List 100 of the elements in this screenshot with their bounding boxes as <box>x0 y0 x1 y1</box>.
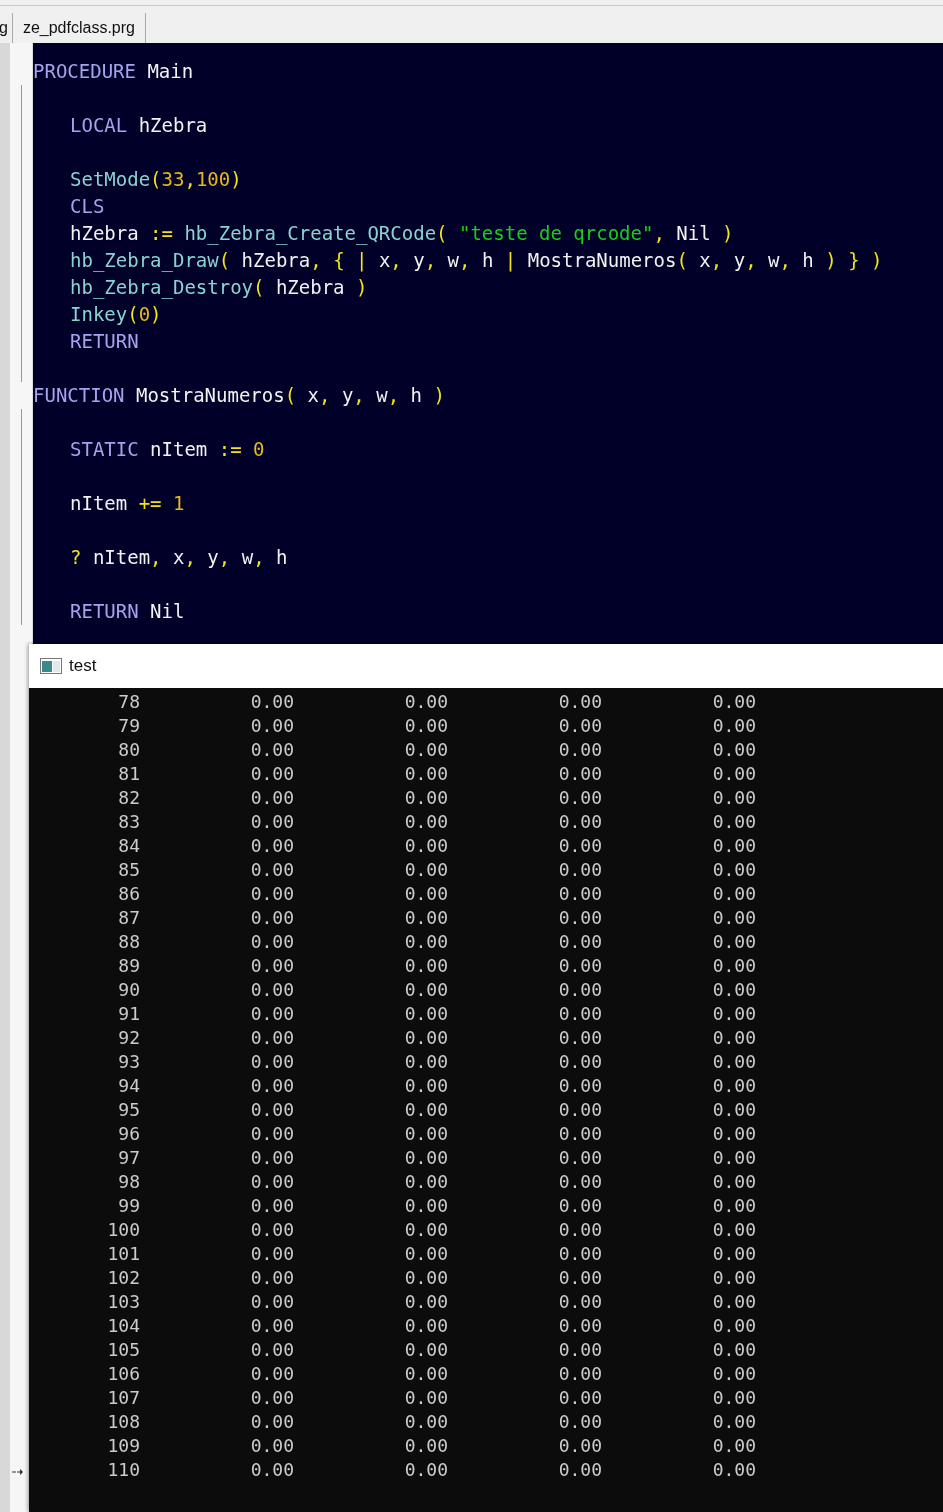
console-value: 0.00 <box>712 1123 756 1144</box>
console-value: 0.00 <box>558 1411 602 1432</box>
console-value: 0.00 <box>250 1387 294 1408</box>
console-value: 0.00 <box>404 979 448 1000</box>
console-value: 88 <box>118 931 140 952</box>
console-value: 0.00 <box>558 1363 602 1384</box>
console-value: 0.00 <box>558 1339 602 1360</box>
console-value: 82 <box>118 787 140 808</box>
console-value: 0.00 <box>404 907 448 928</box>
console-value: 0.00 <box>712 1267 756 1288</box>
console-value: 0.00 <box>404 1267 448 1288</box>
console-value: 100 <box>107 1219 140 1240</box>
console-value: 86 <box>118 883 140 904</box>
console-value: 0.00 <box>250 1411 294 1432</box>
console-value: 0.00 <box>404 835 448 856</box>
console-value: 0.00 <box>250 883 294 904</box>
console-value: 0.00 <box>558 811 602 832</box>
console-value: 0.00 <box>558 691 602 712</box>
console-value: 79 <box>118 715 140 736</box>
console-value: 0.00 <box>712 1051 756 1072</box>
console-value: 101 <box>107 1243 140 1264</box>
console-value: 0.00 <box>404 1363 448 1384</box>
console-value: 0.00 <box>404 883 448 904</box>
code-line: ? nItem, x, y, w, h <box>70 546 288 568</box>
console-value: 0.00 <box>404 1051 448 1072</box>
console-value: 0.00 <box>558 1075 602 1096</box>
console-value: 0.00 <box>558 1099 602 1120</box>
code-line: LOCAL hZebra <box>70 114 208 136</box>
console-value: 0.00 <box>404 1291 448 1312</box>
console-value: 0.00 <box>250 1027 294 1048</box>
code-line: RETURN <box>70 330 139 352</box>
console-value: 0.00 <box>712 811 756 832</box>
console-value: 80 <box>118 739 140 760</box>
console-value: 0.00 <box>712 787 756 808</box>
console-value: 0.00 <box>250 1099 294 1120</box>
console-value: 0.00 <box>250 955 294 976</box>
code-line: hb_Zebra_Destroy( hZebra ) <box>70 276 368 298</box>
console-value: 0.00 <box>558 1291 602 1312</box>
console-value: 0.00 <box>250 1339 294 1360</box>
file-tab[interactable]: g <box>0 13 13 43</box>
console-value: 0.00 <box>250 859 294 880</box>
console-value: 0.00 <box>404 1099 448 1120</box>
console-value: 109 <box>107 1435 140 1456</box>
console-value: 99 <box>118 1195 140 1216</box>
console-value: 0.00 <box>558 763 602 784</box>
console-value: 0.00 <box>712 931 756 952</box>
code-line: RETURN Nil <box>70 600 185 622</box>
console-value: 0.00 <box>712 1003 756 1024</box>
code-line: PROCEDURE Main <box>33 59 194 84</box>
console-value: 90 <box>118 979 140 1000</box>
console-value: 0.00 <box>558 1195 602 1216</box>
console-value: 0.00 <box>404 1315 448 1336</box>
console-value: 104 <box>107 1315 140 1336</box>
console-value: 0.00 <box>712 739 756 760</box>
console-value: 0.00 <box>404 1387 448 1408</box>
console-value: 0.00 <box>250 715 294 736</box>
console-value: 0.00 <box>404 1003 448 1024</box>
console-value: 0.00 <box>712 1339 756 1360</box>
console-value: 0.00 <box>404 1171 448 1192</box>
console-window-icon <box>40 658 62 674</box>
code-line: STATIC nItem := 0 <box>70 438 265 460</box>
console-value: 0.00 <box>404 859 448 880</box>
console-value: 0.00 <box>558 787 602 808</box>
console-value: 0.00 <box>404 811 448 832</box>
console-value: 0.00 <box>250 1243 294 1264</box>
console-value: 0.00 <box>404 1219 448 1240</box>
window-title: test <box>69 656 97 676</box>
arrow-icon[interactable] <box>12 1468 24 1476</box>
console-value: 0.00 <box>558 955 602 976</box>
console-value: 85 <box>118 859 140 880</box>
console-value: 0.00 <box>250 1003 294 1024</box>
console-value: 0.00 <box>712 1147 756 1168</box>
console-value: 0.00 <box>250 907 294 928</box>
console-value: 0.00 <box>712 907 756 928</box>
console-value: 0.00 <box>712 763 756 784</box>
console-value: 0.00 <box>250 691 294 712</box>
console-value: 81 <box>118 763 140 784</box>
console-value: 0.00 <box>558 1123 602 1144</box>
console-value: 0.00 <box>404 1147 448 1168</box>
console-value: 0.00 <box>404 1027 448 1048</box>
console-value: 91 <box>118 1003 140 1024</box>
console-value: 0.00 <box>558 739 602 760</box>
console-value: 0.00 <box>404 691 448 712</box>
console-value: 0.00 <box>712 1387 756 1408</box>
console-value: 87 <box>118 907 140 928</box>
console-value: 0.00 <box>250 1051 294 1072</box>
console-value: 0.00 <box>250 787 294 808</box>
console-value: 0.00 <box>404 955 448 976</box>
console-value: 0.00 <box>558 931 602 952</box>
console-value: 0.00 <box>558 859 602 880</box>
code-line: hb_Zebra_Draw( hZebra, { | x, y, w, h | MostraNumeros( x, y, w, h ) } ) <box>70 249 883 271</box>
console-value: 0.00 <box>712 1315 756 1336</box>
console-value: 0.00 <box>558 835 602 856</box>
console-value: 0.00 <box>250 1075 294 1096</box>
console-value: 0.00 <box>712 979 756 1000</box>
console-value: 0.00 <box>250 979 294 1000</box>
console-value: 0.00 <box>712 1099 756 1120</box>
console-value: 98 <box>118 1171 140 1192</box>
console-value: 0.00 <box>558 1051 602 1072</box>
console-value: 0.00 <box>250 835 294 856</box>
